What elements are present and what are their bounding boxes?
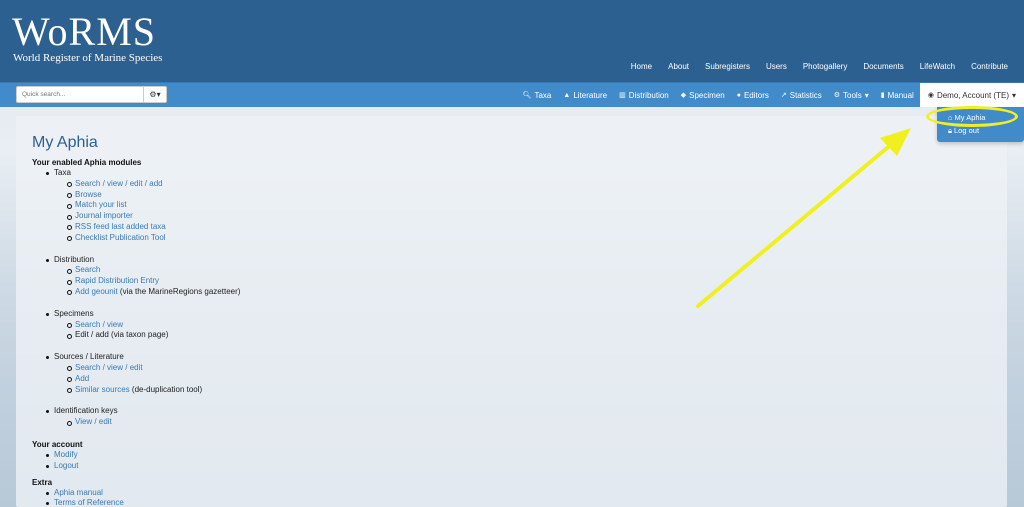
link-distribution-search[interactable]: Search	[75, 265, 100, 274]
link-journal-importer[interactable]: Journal importer	[75, 211, 133, 220]
link-checklist-tool[interactable]: Checklist Publication Tool	[75, 233, 166, 242]
link-similar-sources[interactable]: Similar sources	[75, 385, 130, 394]
link-add-geounit[interactable]: Add geounit	[75, 287, 118, 296]
link-logout[interactable]: Logout	[54, 461, 78, 470]
extra-heading: Extra	[32, 477, 53, 487]
link-rapid-distribution[interactable]: Rapid Distribution Entry	[75, 276, 159, 285]
link-idkeys-view[interactable]: View / edit	[75, 417, 112, 426]
account-heading: Your account	[32, 439, 83, 449]
main-content: Your enabled Aphia modules Taxa Search /…	[32, 157, 632, 507]
page-title: My Aphia	[32, 134, 98, 151]
link-taxa-browse[interactable]: Browse	[75, 190, 102, 199]
link-rss-feed[interactable]: RSS feed last added taxa	[75, 222, 166, 231]
link-terms-of-reference[interactable]: Terms of Reference	[54, 498, 124, 507]
specimens-edit-text: Edit / add (via taxon page)	[75, 330, 169, 340]
extra-list: Aphia manual Terms of Reference	[46, 488, 632, 507]
module-distribution: Distribution Search Rapid Distribution E…	[46, 255, 632, 309]
module-specimens: Specimens Search / view Edit / add (via …	[46, 309, 632, 352]
link-sources-add[interactable]: Add	[75, 374, 89, 383]
account-list: Modify Logout	[46, 450, 632, 472]
module-taxa: Taxa Search / view / edit / add Browse M…	[46, 168, 632, 255]
module-idkeys: Identification keys View / edit	[46, 406, 632, 428]
modules-heading: Your enabled Aphia modules	[32, 158, 142, 167]
link-taxa-search[interactable]: Search / view / edit / add	[75, 179, 163, 188]
link-modify[interactable]: Modify	[54, 450, 78, 459]
link-specimens-search[interactable]: Search / view	[75, 320, 123, 329]
modules-list: Taxa Search / view / edit / add Browse M…	[46, 168, 632, 428]
link-aphia-manual[interactable]: Aphia manual	[54, 488, 103, 497]
module-sources: Sources / Literature Search / view / edi…	[46, 352, 632, 406]
link-sources-search[interactable]: Search / view / edit	[75, 363, 143, 372]
link-match-list[interactable]: Match your list	[75, 200, 127, 209]
